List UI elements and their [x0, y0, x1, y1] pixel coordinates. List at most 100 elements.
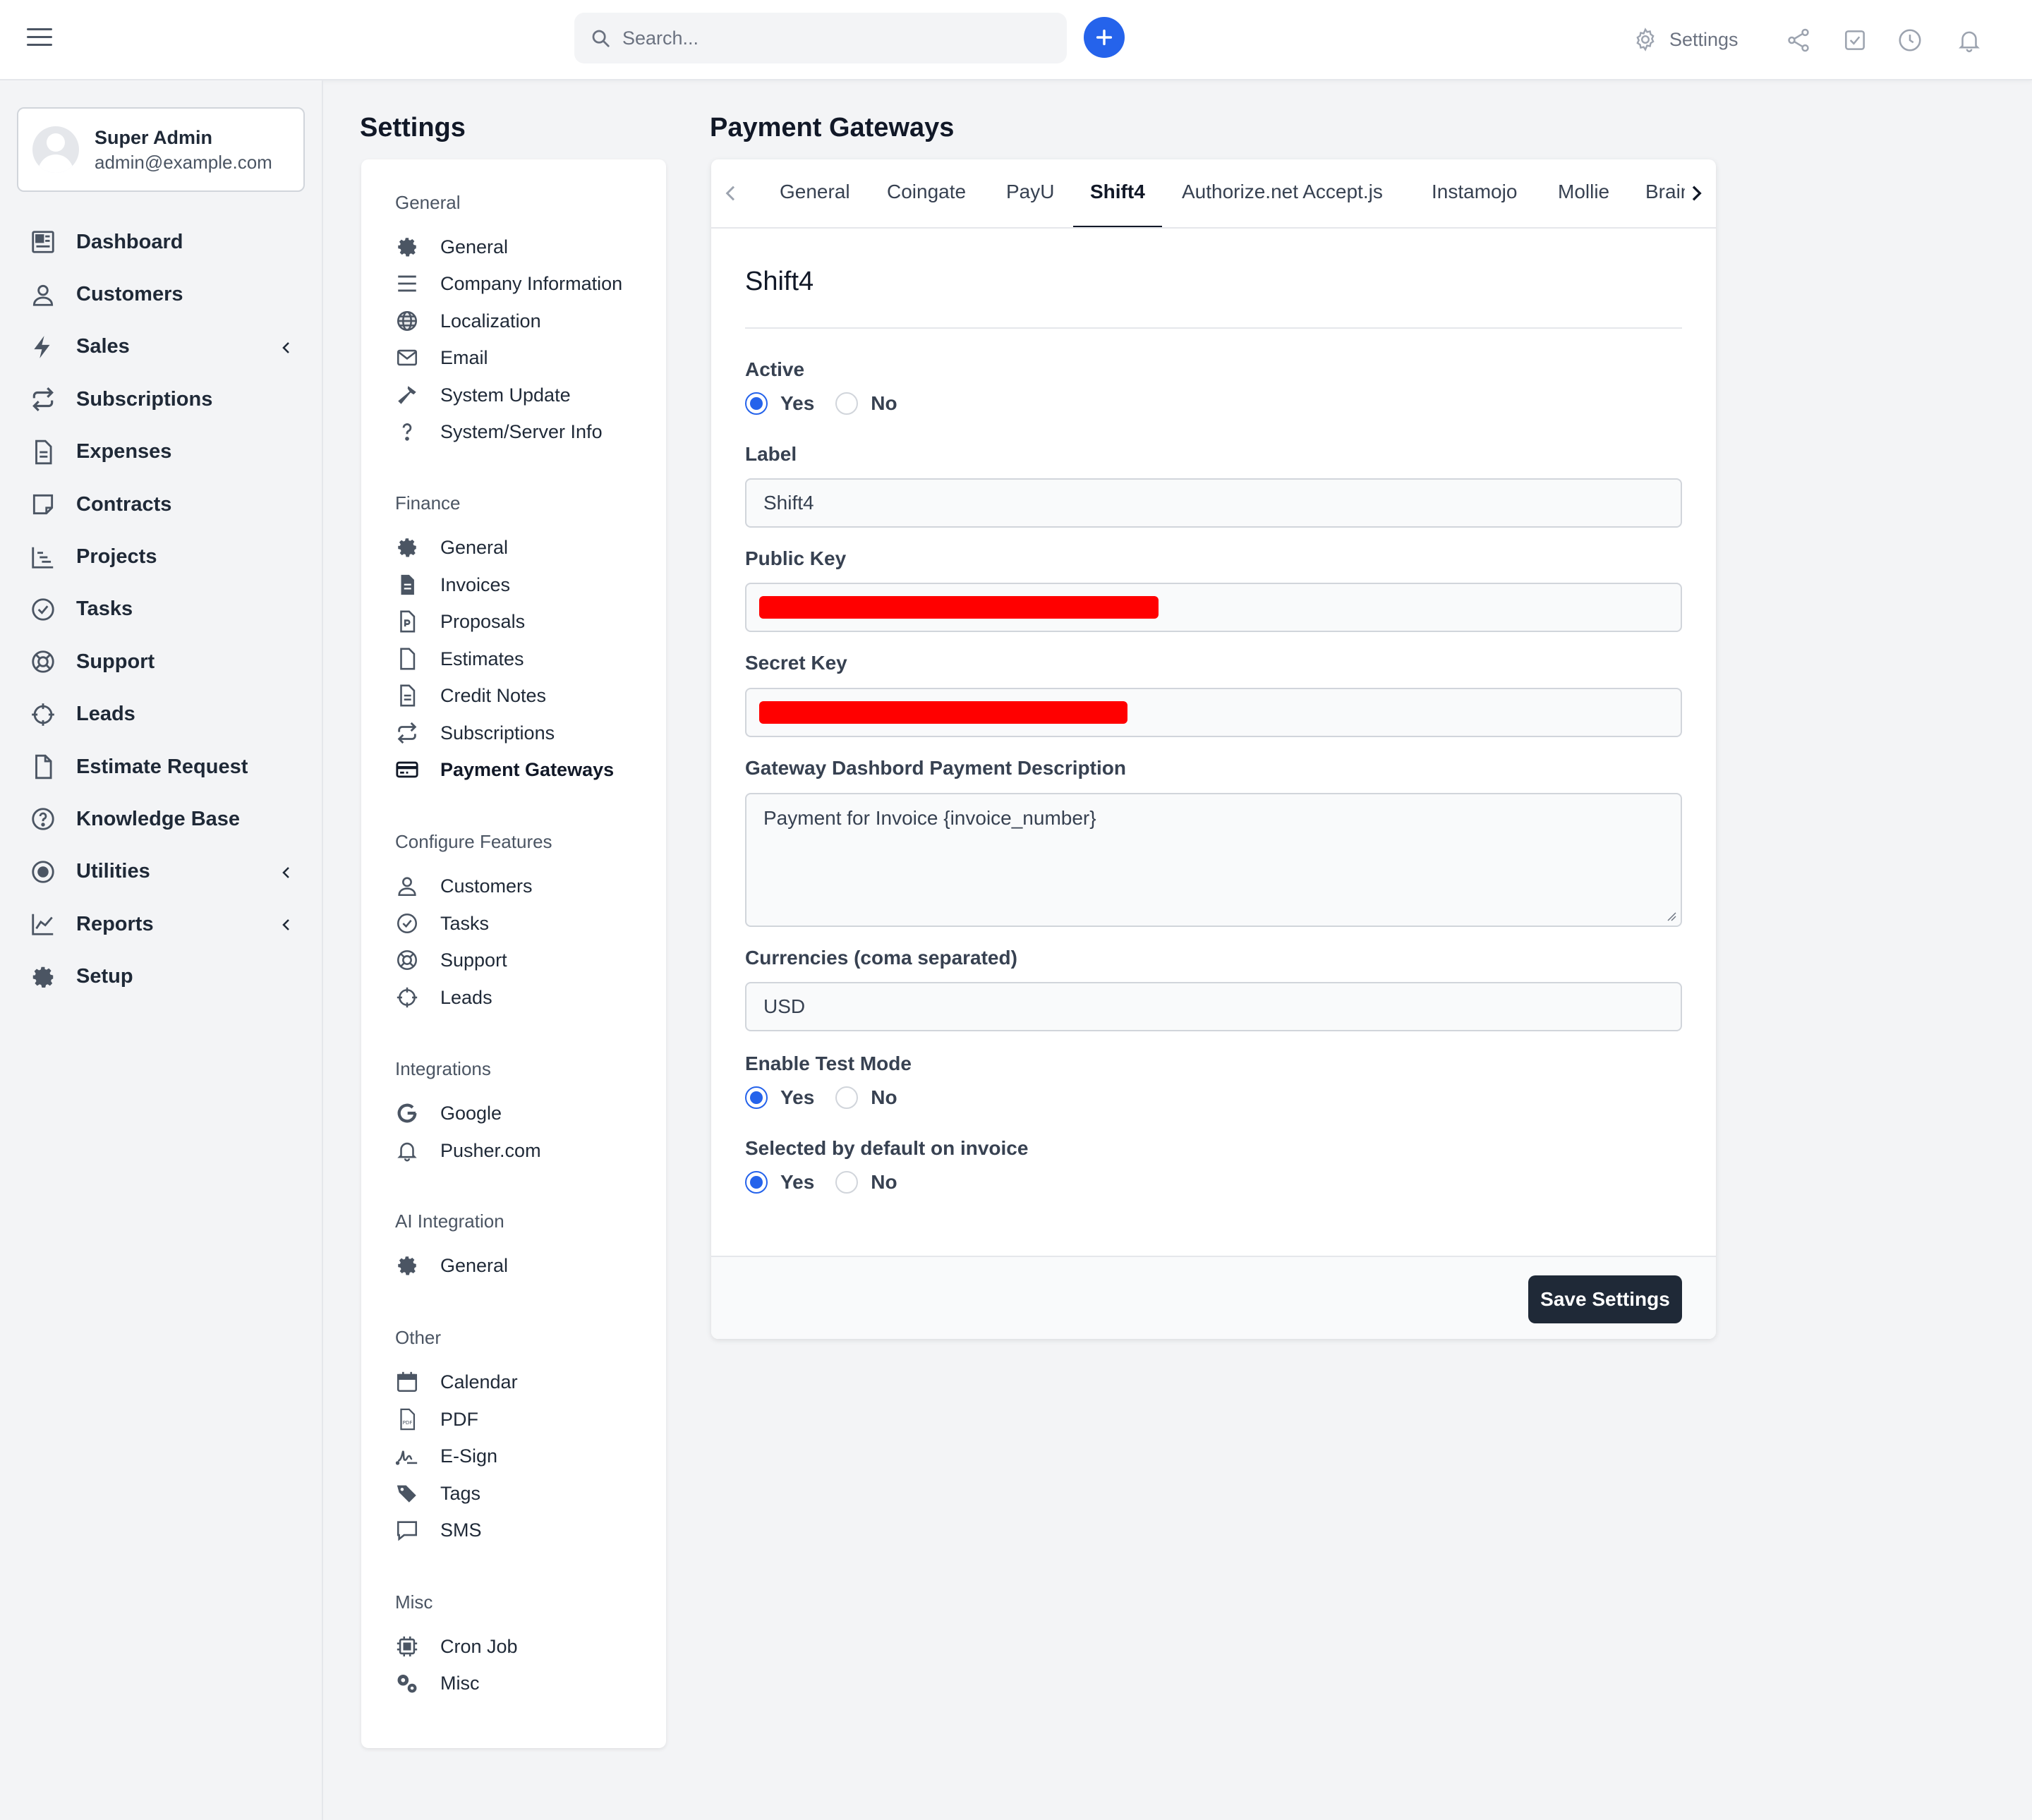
settings-item-tasks[interactable]: Tasks	[395, 905, 656, 942]
settings-item-email[interactable]: Email	[395, 339, 656, 376]
nav-item-sales[interactable]: Sales	[0, 321, 323, 373]
currencies-input[interactable]: USD	[745, 982, 1682, 1031]
nav-item-expenses[interactable]: Expenses	[0, 426, 323, 478]
active-no-radio[interactable]	[835, 392, 859, 415]
tab-instamojo[interactable]: Instamojo	[1432, 181, 1517, 203]
nav-item-utilities[interactable]: Utilities	[0, 846, 323, 898]
settings-item-pusher[interactable]: Pusher.com	[395, 1132, 656, 1169]
tab-payu[interactable]: PayU	[1006, 181, 1054, 203]
clock-icon[interactable]	[1897, 27, 1923, 54]
settings-item-misc[interactable]: Misc	[395, 1665, 656, 1701]
chip-icon	[397, 1636, 418, 1657]
settings-item-finance-general[interactable]: General	[395, 529, 656, 566]
public-key-input[interactable]	[745, 583, 1682, 632]
settings-label: Settings	[1669, 28, 1738, 50]
settings-item-payment-gateways[interactable]: Payment Gateways	[395, 751, 656, 788]
settings-item-system-server-info[interactable]: System/Server Info	[395, 413, 656, 450]
tab-coingate[interactable]: Coingate	[887, 181, 966, 203]
default-no-radio[interactable]	[835, 1171, 859, 1194]
settings-item-label: Tags	[440, 1482, 481, 1504]
settings-item-google[interactable]: Google	[395, 1095, 656, 1132]
settings-item-proposals[interactable]: Proposals	[395, 603, 656, 640]
nav-item-contracts[interactable]: Contracts	[0, 478, 323, 530]
nav-item-support[interactable]: Support	[0, 636, 323, 688]
chevron-left-icon	[282, 919, 289, 930]
settings-menu: General General Company Information Loca…	[361, 159, 666, 1748]
nav-label: Reports	[76, 912, 154, 935]
nav-item-tasks[interactable]: Tasks	[0, 583, 323, 636]
settings-item-cron-job[interactable]: Cron Job	[395, 1628, 656, 1665]
bolt-icon	[34, 336, 50, 358]
user-profile-card[interactable]: Super Admin admin@example.com	[17, 107, 305, 192]
settings-item-label: Pusher.com	[440, 1139, 541, 1161]
nav-item-dashboard[interactable]: Dashboard	[0, 216, 323, 268]
save-settings-button[interactable]: Save Settings	[1528, 1275, 1682, 1323]
settings-item-label: Company Information	[440, 272, 623, 294]
nav-item-setup[interactable]: Setup	[0, 950, 323, 1002]
search-input[interactable]	[622, 27, 1046, 49]
test-mode-yes-radio[interactable]	[745, 1086, 768, 1109]
settings-item-leads[interactable]: Leads	[395, 979, 656, 1016]
settings-item-pdf[interactable]: PDF PDF	[395, 1401, 656, 1438]
description-textarea[interactable]: Payment for Invoice {invoice_number}	[745, 793, 1682, 927]
file-icon	[400, 648, 416, 670]
settings-item-customers[interactable]: Customers	[395, 868, 656, 904]
radio-label-no: No	[871, 1171, 897, 1193]
label-input[interactable]: Shift4	[745, 478, 1682, 528]
nav-label: Leads	[76, 703, 135, 726]
bell-icon[interactable]	[1956, 27, 1983, 54]
checkbox-icon[interactable]	[1842, 27, 1868, 54]
chevron-left-icon[interactable]	[720, 182, 742, 205]
gear-icon	[1636, 28, 1655, 51]
settings-item-label: PDF	[440, 1408, 478, 1430]
tab-authorize-net[interactable]: Authorize.net Accept.js	[1182, 181, 1383, 203]
tab-mollie[interactable]: Mollie	[1558, 181, 1609, 203]
tab-shift4[interactable]: Shift4	[1090, 181, 1145, 203]
active-yes-radio[interactable]	[745, 392, 768, 415]
nav-label: Estimate Request	[76, 755, 248, 778]
settings-item-sms[interactable]: SMS	[395, 1512, 656, 1548]
align-left-icon	[398, 275, 416, 292]
settings-item-ai-general[interactable]: General	[395, 1247, 656, 1284]
settings-item-label: Cron Job	[440, 1635, 518, 1657]
settings-item-calendar[interactable]: Calendar	[395, 1364, 656, 1400]
settings-item-label: Leads	[440, 986, 492, 1008]
quick-create-button[interactable]	[1084, 17, 1125, 58]
tab-general[interactable]: General	[780, 181, 850, 203]
nav-label: Expenses	[76, 440, 172, 463]
settings-item-support[interactable]: Support	[395, 942, 656, 978]
card-footer: Save Settings	[711, 1256, 1716, 1339]
settings-item-subscriptions[interactable]: Subscriptions	[395, 715, 656, 751]
default-yes-radio[interactable]	[745, 1171, 768, 1194]
settings-item-general[interactable]: General	[395, 229, 656, 265]
nav-item-reports[interactable]: Reports	[0, 898, 323, 950]
default-on-invoice-label: Selected by default on invoice	[745, 1137, 1029, 1159]
nav-item-customers[interactable]: Customers	[0, 268, 323, 320]
settings-item-estimates[interactable]: Estimates	[395, 641, 656, 677]
radio-label-yes: Yes	[780, 1171, 815, 1193]
settings-item-system-update[interactable]: System Update	[395, 377, 656, 413]
settings-link[interactable]: Settings	[1633, 27, 1738, 52]
user-icon	[398, 877, 416, 897]
nav-item-leads[interactable]: Leads	[0, 688, 323, 741]
share-icon[interactable]	[1785, 27, 1812, 54]
nav-item-subscriptions[interactable]: Subscriptions	[0, 373, 323, 425]
settings-item-credit-notes[interactable]: Credit Notes	[395, 677, 656, 714]
settings-item-label: SMS	[440, 1519, 482, 1541]
secret-key-input[interactable]	[745, 688, 1682, 737]
menu-toggle-icon[interactable]	[27, 28, 52, 52]
dot-circle-icon	[32, 861, 54, 883]
gear-icon	[398, 238, 416, 257]
nav-item-knowledge-base[interactable]: Knowledge Base	[0, 793, 323, 845]
nav-item-projects[interactable]: Projects	[0, 530, 323, 583]
test-mode-no-radio[interactable]	[835, 1086, 859, 1109]
settings-item-company-information[interactable]: Company Information	[395, 265, 656, 302]
resize-grip-icon[interactable]	[1667, 911, 1676, 921]
settings-item-esign[interactable]: E-Sign	[395, 1438, 656, 1474]
search-box[interactable]	[574, 13, 1067, 63]
nav-item-estimate-request[interactable]: Estimate Request	[0, 741, 323, 793]
settings-item-tags[interactable]: Tags	[395, 1475, 656, 1512]
settings-item-localization[interactable]: Localization	[395, 303, 656, 339]
settings-item-invoices[interactable]: Invoices	[395, 566, 656, 603]
chevron-right-icon[interactable]	[1685, 182, 1707, 205]
